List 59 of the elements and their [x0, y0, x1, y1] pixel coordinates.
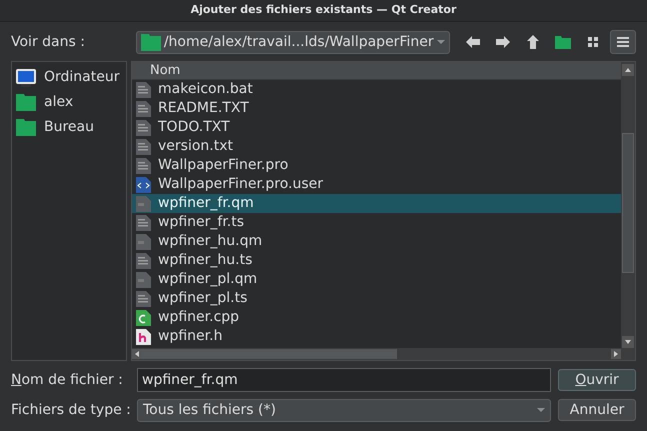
path-dropdown[interactable]: /home/alex/travail...lds/WallpaperFiner — [136, 30, 450, 54]
forward-arrow-icon — [496, 36, 510, 48]
open-button[interactable]: Ouvrir — [558, 369, 636, 391]
file-row[interactable]: version.txt — [132, 137, 621, 156]
folder-icon — [16, 94, 36, 111]
file-row[interactable]: makeicon.bat — [132, 80, 621, 99]
text-file-icon — [136, 82, 151, 98]
file-row[interactable]: WallpaperFiner.pro.user — [132, 175, 621, 194]
sidebar-item[interactable]: alex — [12, 90, 126, 115]
grid-icon — [588, 37, 598, 47]
binary-file-icon — [136, 234, 151, 250]
vertical-scrollbar[interactable] — [621, 62, 635, 348]
text-file-icon — [136, 290, 151, 306]
file-row[interactable]: wpfiner.h — [132, 327, 621, 346]
text-file-icon — [136, 214, 151, 230]
path-text: /home/alex/travail...lds/WallpaperFiner — [164, 32, 434, 52]
horizontal-scrollbar[interactable] — [132, 348, 635, 360]
text-file-icon — [136, 252, 151, 268]
file-name-field[interactable]: wpfiner_fr.qm — [137, 368, 551, 392]
toolbar-button[interactable] — [610, 30, 636, 54]
sidebar-item[interactable]: Bureau — [12, 115, 126, 140]
file-type-label: Fichiers de type : — [11, 400, 132, 420]
file-name-label: Nom de fichier : — [11, 370, 124, 390]
cpp-file-icon — [136, 310, 151, 326]
file-row[interactable]: wpfiner_fr.ts — [132, 213, 621, 232]
scrollbar-thumb[interactable] — [142, 349, 397, 359]
file-type-dropdown[interactable]: Tous les fichiers (*) — [137, 398, 551, 422]
file-row[interactable]: wpfiner_pl.qm — [132, 270, 621, 289]
folder-icon — [16, 119, 36, 136]
window-title: Ajouter des fichiers existants — Qt Creator — [190, 2, 456, 18]
file-row[interactable]: README.TXT — [132, 99, 621, 118]
text-file-icon — [136, 100, 151, 116]
file-row[interactable]: wpfiner.cpp — [132, 308, 621, 327]
file-row[interactable]: wpfiner_fr.qm — [132, 194, 621, 213]
dropdown-caret-icon — [537, 408, 545, 412]
folder-icon — [140, 34, 161, 50]
cancel-button[interactable]: Annuler — [558, 399, 636, 421]
binary-file-icon — [136, 272, 151, 288]
monitor-icon — [16, 68, 36, 86]
code-file-icon — [136, 176, 151, 192]
scrollbar-thumb[interactable] — [622, 133, 634, 273]
sidebar-item[interactable]: Ordinateur — [12, 65, 126, 90]
header-file-icon — [136, 328, 151, 344]
file-row[interactable]: TODO.TXT — [132, 118, 621, 137]
file-row[interactable]: wpfiner_hu.ts — [132, 251, 621, 270]
file-row[interactable]: WallpaperFiner.pro — [132, 156, 621, 175]
binary-file-icon — [136, 196, 151, 212]
file-row[interactable]: wpfiner_hu.qm — [132, 232, 621, 251]
look-in-label: Voir dans : — [11, 32, 86, 52]
text-file-icon — [136, 120, 151, 136]
back-arrow-icon — [466, 36, 480, 48]
list-icon — [617, 37, 629, 47]
folder-icon — [555, 35, 571, 49]
text-file-icon — [136, 158, 151, 174]
up-arrow-icon — [527, 35, 539, 49]
file-row[interactable]: wpfiner_pl.ts — [132, 289, 621, 308]
dropdown-caret-icon — [437, 40, 445, 44]
text-file-icon — [136, 138, 151, 154]
column-header[interactable]: Nom — [132, 62, 621, 80]
